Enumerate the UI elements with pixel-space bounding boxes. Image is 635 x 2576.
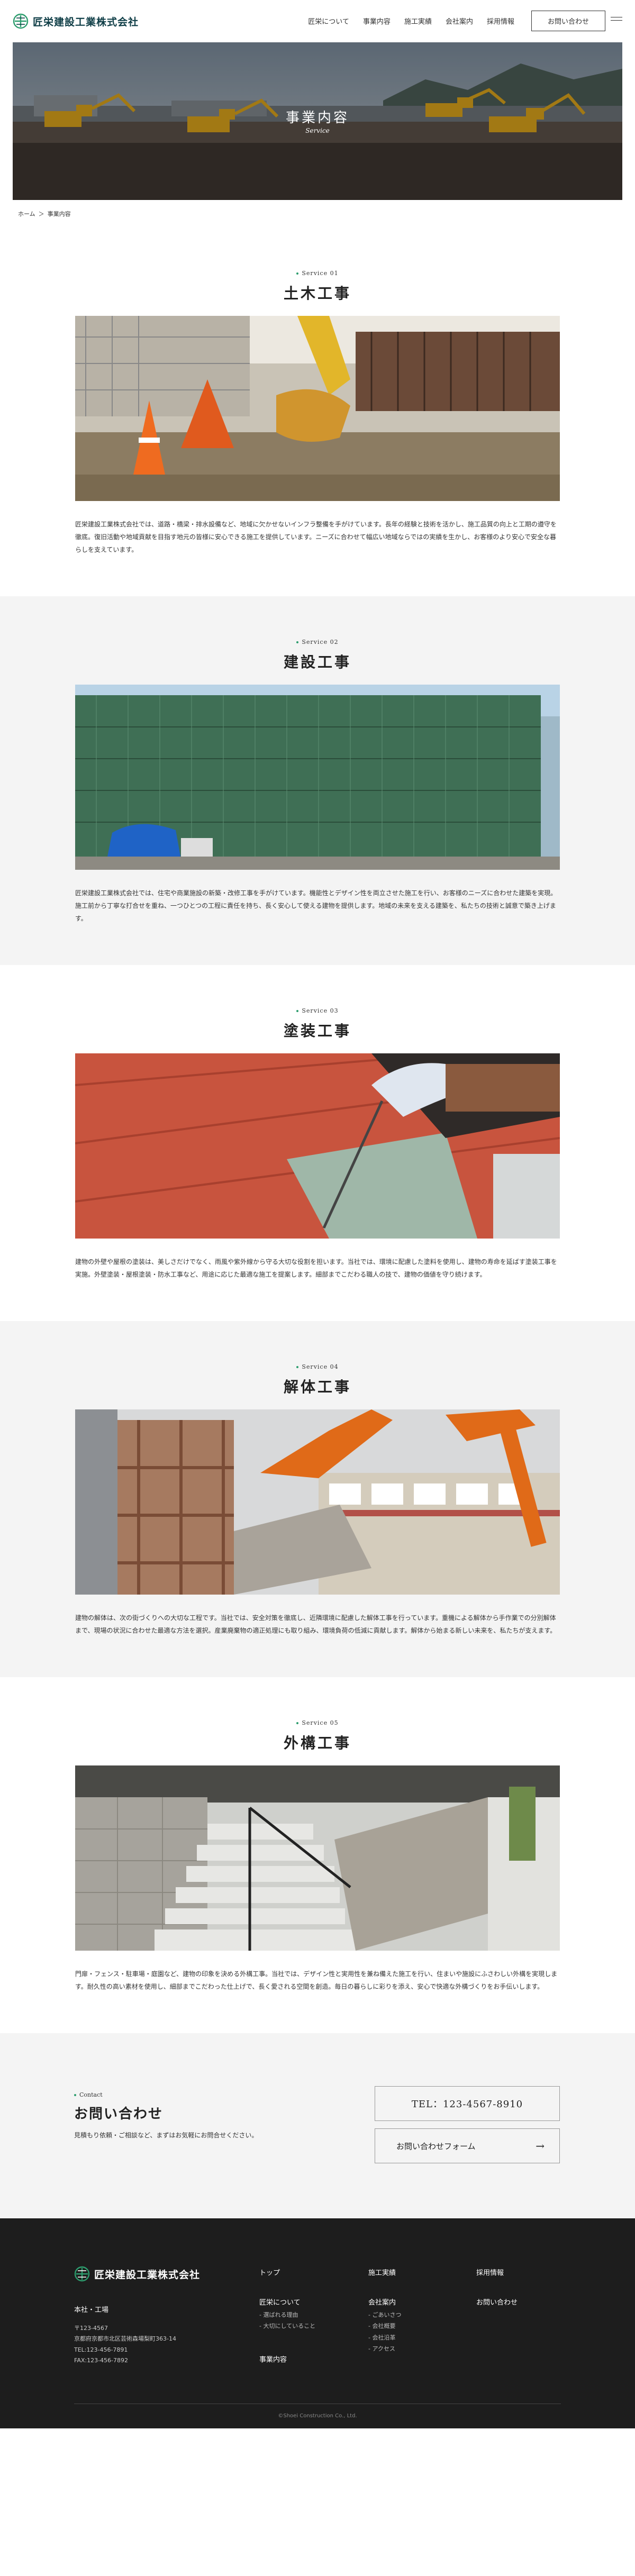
service-section-building: Service 02 建設工事 匠栄建設工業株式会社では、住宅や商業施設の新築・… — [0, 596, 635, 965]
painting-work-image — [75, 1053, 560, 1239]
service-title: 土木工事 — [283, 285, 351, 302]
footer-address: 〒123-4567 京都府京都市北区芸術森場梨町363-14 TEL:123-4… — [74, 2325, 176, 2364]
site-logo[interactable]: 匠栄建設工業株式会社 — [13, 13, 139, 29]
nav-item-works[interactable]: 施工実績 — [404, 16, 432, 26]
contact-form-label: お問い合わせフォーム — [396, 2141, 476, 2151]
service-description: 匠栄建設工業株式会社では、住宅や商業施設の新築・改修工事を手がけています。機能性… — [75, 889, 557, 922]
contact-description: 見積もり依頼・ご相談など、まずはお気軽にお問合せください。 — [74, 2132, 258, 2139]
footer-company-list: - ごあいさつ - 会社概要 - 会社沿革 - アクセス — [368, 2309, 401, 2355]
service-section-civil: Service 01 土木工事 匠栄建設工業株式会社では、道路・橋梁・排水設備な… — [0, 227, 635, 596]
header-contact-button[interactable]: お問い合わせ — [531, 11, 605, 31]
hero-title: 事業内容 — [285, 110, 349, 126]
contact-form-button[interactable]: お問い合わせフォーム → — [375, 2128, 560, 2163]
service-title: 塗装工事 — [283, 1022, 351, 1040]
footer-about-list: - 選ばれる理由 - 大切にしていること — [259, 2309, 315, 2332]
service-description: 門扉・フェンス・駐車場・庭園など、建物の印象を決める外構工事。当社では、デザイン… — [75, 1970, 558, 1990]
footer-link-value[interactable]: - 大切にしていること — [259, 2320, 315, 2332]
site-header: 匠栄建設工業株式会社 匠栄について 事業内容 施工実績 会社案内 採用情報 お問… — [0, 0, 635, 42]
breadcrumb-current: 事業内容 — [47, 211, 71, 217]
footer-link-greeting[interactable]: - ごあいさつ — [368, 2309, 401, 2320]
civil-engineering-image — [75, 316, 560, 501]
breadcrumb-home[interactable]: ホーム — [18, 211, 35, 217]
footer-link-reason[interactable]: - 選ばれる理由 — [259, 2309, 315, 2320]
site-footer: 匠栄建設工業株式会社 本社・工場 〒123-4567 京都府京都市北区芸術森場梨… — [0, 2218, 635, 2428]
tel-button[interactable]: TEL：123-4567-8910 — [375, 2086, 560, 2121]
footer-link-company[interactable]: 会社案内 — [368, 2297, 396, 2307]
service-section-exterior: Service 05 外構工事 門扉・フェンス・駐車場・庭園など、建物の印象を決… — [0, 1677, 635, 2033]
nav-item-service[interactable]: 事業内容 — [363, 16, 391, 26]
footer-link-service[interactable]: 事業内容 — [259, 2354, 287, 2364]
footer-logo-text: 匠栄建設工業株式会社 — [94, 2269, 201, 2281]
footer-link-recruit[interactable]: 採用情報 — [476, 2267, 504, 2277]
service-section-demolition: Service 04 解体工事 建物の解体は、次の街づくりへの大切な工程です。当… — [0, 1321, 635, 1677]
contact-label: Contact — [74, 2091, 103, 2098]
nav-item-recruit[interactable]: 採用情報 — [487, 16, 514, 26]
logo-mark-icon — [74, 2266, 90, 2282]
menu-icon[interactable] — [611, 17, 622, 23]
footer-link-access[interactable]: - アクセス — [368, 2343, 401, 2354]
contact-section: Contact お問い合わせ 見積もり依頼・ご相談など、まずはお気軽にお問合せく… — [0, 2033, 635, 2218]
service-description: 建物の解体は、次の街づくりへの大切な工程です。当社では、安全対策を徹底し、近隣環… — [75, 1614, 557, 1634]
demolition-work-image — [75, 1409, 560, 1595]
service-label: Service 02 — [0, 639, 635, 645]
exterior-work-image — [75, 1765, 560, 1951]
footer-link-works[interactable]: 施工実績 — [368, 2267, 396, 2277]
service-label: Service 05 — [0, 1719, 635, 1726]
footer-link-contact[interactable]: お問い合わせ — [476, 2297, 518, 2307]
global-nav: 匠栄について 事業内容 施工実績 会社案内 採用情報 お問い合わせ — [308, 11, 605, 31]
service-title: 外構工事 — [283, 1734, 351, 1752]
service-title: 建設工事 — [283, 653, 351, 671]
service-label: Service 03 — [0, 1007, 635, 1014]
service-description: 匠栄建設工業株式会社では、道路・橋梁・排水設備など、地域に欠かせないインフラ整備… — [75, 521, 557, 553]
building-construction-image — [75, 685, 560, 870]
footer-office-label: 本社・工場 — [74, 2306, 109, 2314]
service-label: Service 01 — [0, 270, 635, 277]
nav-item-company[interactable]: 会社案内 — [446, 16, 473, 26]
hero-banner: 事業内容 Service — [13, 42, 622, 200]
arrow-right-icon: → — [536, 2140, 545, 2152]
nav-item-about[interactable]: 匠栄について — [308, 16, 349, 26]
service-label: Service 04 — [0, 1363, 635, 1370]
service-title: 解体工事 — [283, 1378, 351, 1396]
footer-logo[interactable]: 匠栄建設工業株式会社 — [74, 2266, 200, 2282]
breadcrumb-separator: ＞ — [38, 211, 44, 217]
logo-mark-icon — [13, 13, 29, 29]
hero-subtitle: Service — [305, 127, 330, 134]
footer-link-overview[interactable]: - 会社概要 — [368, 2320, 401, 2332]
footer-link-history[interactable]: - 会社沿革 — [368, 2332, 401, 2343]
service-description: 建物の外壁や屋根の塗装は、美しさだけでなく、雨風や紫外線から守る大切な役割を担い… — [75, 1258, 557, 1278]
breadcrumb: ホーム＞事業内容 — [18, 210, 617, 218]
service-section-painting: Service 03 塗装工事 建物の外壁や屋根の塗装は、美しさだけでなく、雨風… — [0, 965, 635, 1321]
copyright: ©Shoei Construction Co., Ltd. — [278, 2413, 357, 2419]
footer-link-top[interactable]: トップ — [259, 2267, 280, 2277]
logo-text: 匠栄建設工業株式会社 — [33, 16, 139, 28]
footer-link-about[interactable]: 匠栄について — [259, 2297, 301, 2307]
contact-title: お問い合わせ — [74, 2106, 164, 2122]
